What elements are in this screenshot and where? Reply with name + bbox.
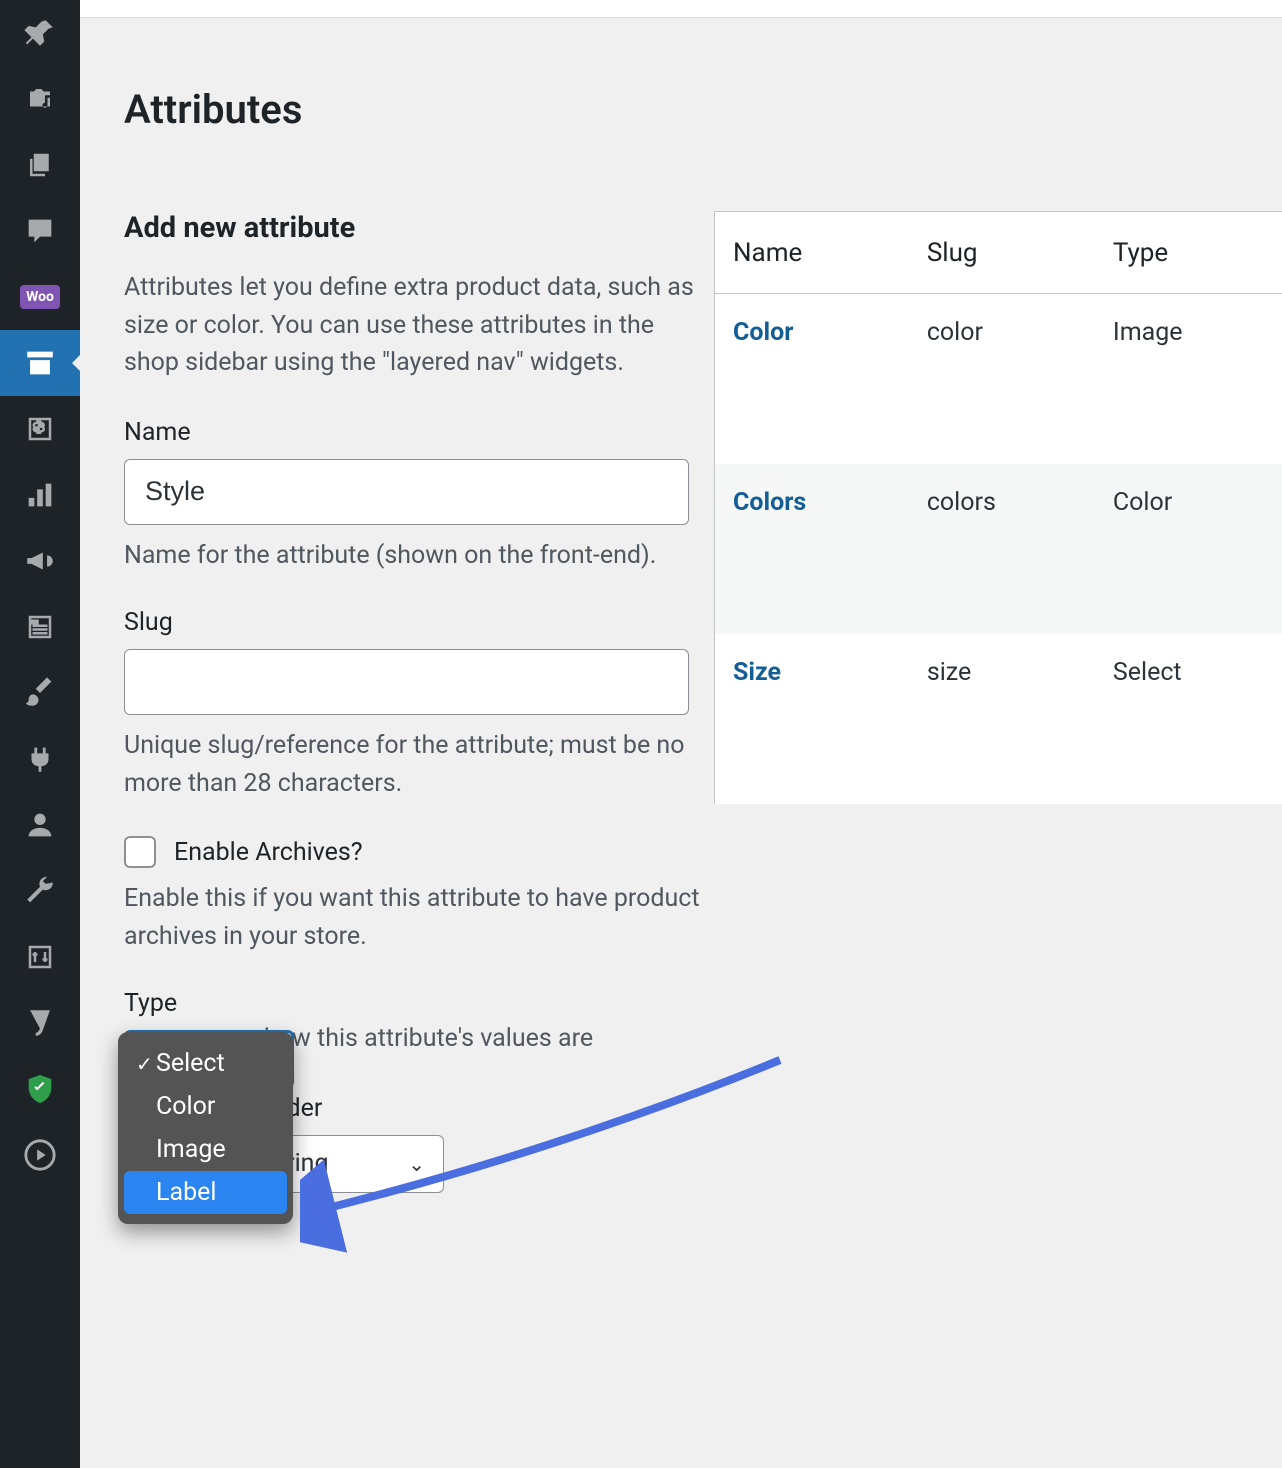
sidebar-item-products[interactable]: [0, 330, 80, 396]
slug-help: Unique slug/reference for the attribute;…: [124, 727, 709, 802]
top-bar: [80, 0, 1282, 18]
sidebar-item-tools[interactable]: [0, 858, 80, 924]
archives-label: Enable Archives?: [174, 838, 363, 867]
bar-chart-icon: [23, 478, 57, 512]
attr-link[interactable]: Size: [733, 658, 781, 687]
sidebar-item-users[interactable]: [0, 792, 80, 858]
th-slug: Slug: [909, 212, 1095, 294]
table-row: Size size Select: [715, 634, 1282, 804]
form-section-title: Add new attribute: [124, 211, 714, 245]
attr-slug: size: [909, 634, 1095, 804]
page-title: Attributes: [124, 86, 1282, 133]
type-option-color[interactable]: Color: [124, 1085, 287, 1128]
th-name: Name: [715, 212, 909, 294]
name-help: Name for the attribute (shown on the fro…: [124, 537, 709, 575]
form-section-desc: Attributes let you define extra product …: [124, 269, 709, 382]
sidebar-item-appearance[interactable]: [0, 660, 80, 726]
brush-icon: [23, 676, 57, 710]
shield-check-icon: [23, 1072, 57, 1106]
attr-link[interactable]: Colors: [733, 488, 806, 517]
attr-link[interactable]: Color: [733, 318, 793, 347]
type-label: Type: [124, 989, 714, 1018]
camera-music-icon: [25, 84, 55, 114]
form-icon: [25, 612, 55, 642]
sidebar-item-media[interactable]: [0, 66, 80, 132]
sidebar-item-comments[interactable]: [0, 198, 80, 264]
user-icon: [23, 808, 57, 842]
sidebar-item-pages[interactable]: [0, 132, 80, 198]
type-help: how this attribute's values are: [264, 1020, 714, 1058]
sliders-icon: [25, 942, 55, 972]
admin-sidebar: Woo: [0, 0, 80, 1468]
add-attribute-form: Add new attribute Attributes let you def…: [124, 211, 714, 1263]
attr-type: Color: [1095, 464, 1282, 634]
type-option-image[interactable]: Image: [124, 1128, 287, 1171]
order-label: order: [264, 1094, 714, 1123]
woo-icon: Woo: [20, 285, 60, 309]
sidebar-item-forms[interactable]: [0, 594, 80, 660]
slug-label: Slug: [124, 608, 714, 637]
name-input[interactable]: [124, 459, 689, 525]
sidebar-item-pin[interactable]: [0, 0, 80, 66]
attr-type: Select: [1095, 634, 1282, 804]
sidebar-item-woo[interactable]: Woo: [0, 264, 80, 330]
chevron-down-icon: ⌄: [408, 1152, 425, 1176]
sidebar-item-plugins[interactable]: [0, 726, 80, 792]
attr-type: Image: [1095, 294, 1282, 464]
attributes-table: Name Slug Type Color color Image Colors: [714, 211, 1282, 804]
archives-help: Enable this if you want this attribute t…: [124, 880, 709, 955]
attr-slug: colors: [909, 464, 1095, 634]
plug-icon: [23, 742, 57, 776]
table-row: Color color Image: [715, 294, 1282, 464]
archive-icon: [23, 346, 57, 380]
sidebar-item-marketing[interactable]: [0, 528, 80, 594]
attr-slug: color: [909, 294, 1095, 464]
comment-icon: [23, 214, 57, 248]
type-dropdown: ✓Select Color Image Label: [118, 1032, 293, 1224]
dollar-box-icon: [25, 414, 55, 444]
sidebar-item-security[interactable]: [0, 1056, 80, 1122]
wrench-icon: [23, 874, 57, 908]
megaphone-icon: [23, 544, 57, 578]
pin-icon: [23, 16, 57, 50]
name-label: Name: [124, 418, 714, 447]
sidebar-item-play[interactable]: [0, 1122, 80, 1188]
type-option-label[interactable]: Label: [124, 1171, 287, 1214]
sidebar-item-analytics[interactable]: [0, 462, 80, 528]
sidebar-item-settings[interactable]: [0, 924, 80, 990]
pages-icon: [25, 150, 55, 180]
type-option-select[interactable]: ✓Select: [124, 1042, 287, 1085]
slug-input[interactable]: [124, 649, 689, 715]
sidebar-item-payments[interactable]: [0, 396, 80, 462]
archives-checkbox[interactable]: [124, 836, 156, 868]
main-content: Attributes Add new attribute Attributes …: [80, 0, 1282, 1468]
play-circle-icon: [23, 1138, 57, 1172]
sidebar-item-seo[interactable]: [0, 990, 80, 1056]
yoast-icon: [23, 1006, 57, 1040]
table-row: Colors colors Color: [715, 464, 1282, 634]
th-type: Type: [1095, 212, 1282, 294]
